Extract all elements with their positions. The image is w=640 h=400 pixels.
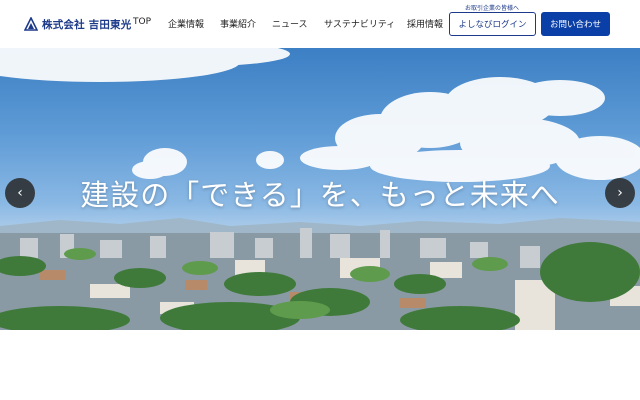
login-note: お取引企業の皆様へ	[465, 5, 520, 12]
nav-item-news[interactable]: ニュース	[272, 17, 308, 30]
chevron-left-icon: ‹	[17, 185, 23, 201]
logo-mark-icon	[24, 17, 38, 31]
site-header: 株式会社 吉田東光 TOP 企業情報 事業紹介 ニュース サステナビリティ 採用…	[0, 0, 640, 48]
nav-item-recruit[interactable]: 採用情報	[407, 17, 443, 30]
slider-next-button[interactable]: ›	[605, 178, 635, 208]
slider-prev-button[interactable]: ‹	[5, 178, 35, 208]
chevron-right-icon: ›	[617, 185, 623, 201]
page-content-area	[0, 330, 640, 400]
logo-text: 株式会社 吉田東光	[42, 18, 132, 31]
nav-item-top[interactable]: TOP	[133, 17, 151, 27]
nav-item-business[interactable]: 事業紹介	[220, 17, 256, 30]
hero-slider: 建設の「できる」を、もっと未来へ ‹ ›	[0, 48, 640, 330]
hero-headline: 建設の「できる」を、もっと未来へ	[80, 178, 560, 212]
nav-item-sustainability[interactable]: サステナビリティ	[324, 17, 395, 30]
login-button[interactable]: よしなびログイン	[449, 12, 536, 36]
contact-button[interactable]: お問い合わせ	[541, 12, 610, 36]
site-logo[interactable]: 株式会社 吉田東光	[24, 16, 131, 32]
nav-item-company[interactable]: 企業情報	[168, 17, 204, 30]
